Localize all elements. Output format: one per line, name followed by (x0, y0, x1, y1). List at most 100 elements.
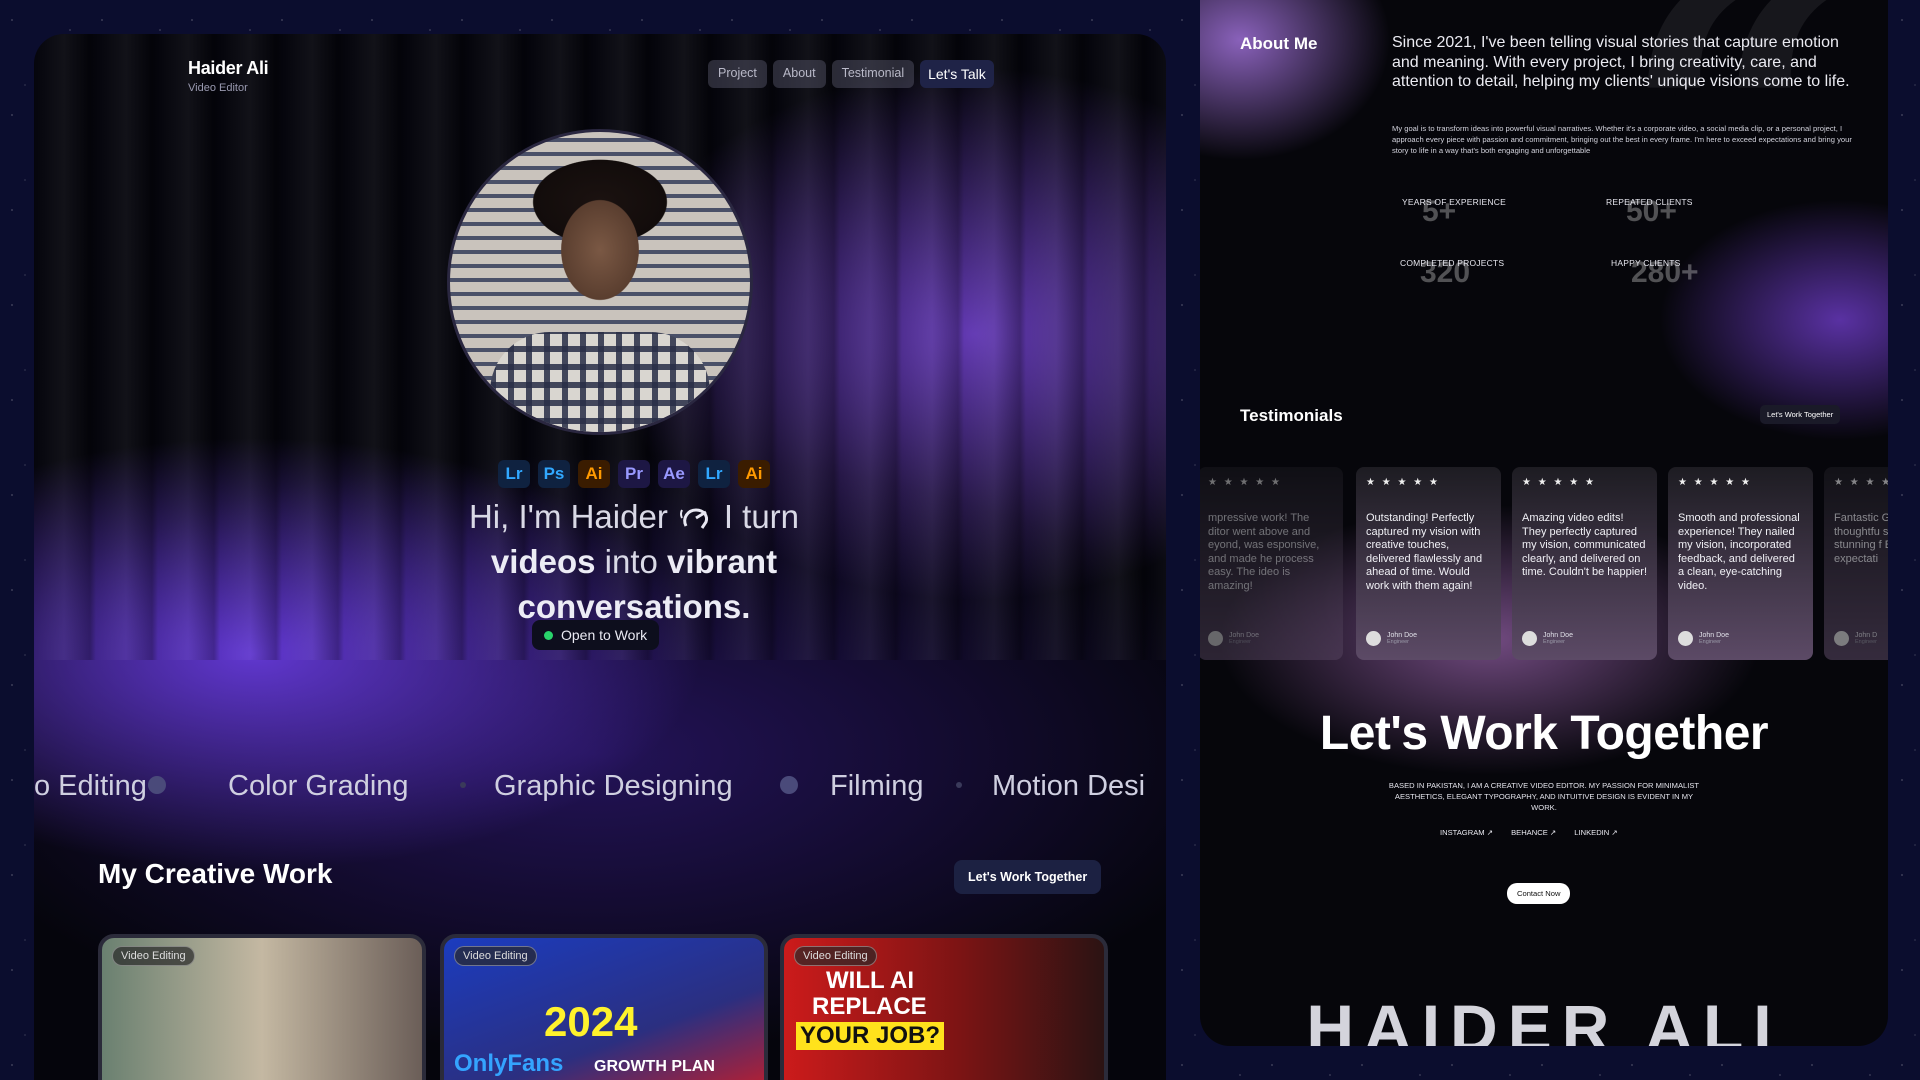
headline-greeting: Hi, I'm Haider (468, 498, 668, 535)
tool-lr-icon: Lr (498, 460, 530, 488)
portfolio-about-panel: “ About Me Since 2021, I've been telling… (1200, 0, 1888, 1046)
linkedin-link[interactable]: LINKEDIN ↗ (1574, 828, 1618, 837)
card-overlay-text: 2024 (544, 998, 638, 1045)
separator-dot-icon (956, 782, 962, 788)
waving-hand-icon (679, 508, 708, 530)
nav-testimonial[interactable]: Testimonial (831, 60, 915, 88)
card-overlay-text: YOUR JOB? (796, 1022, 945, 1050)
skill-item: o Editing (34, 770, 147, 802)
profile-photo (447, 129, 753, 435)
work-card[interactable]: Video Editing WILL AI REPLACE YOUR JOB? (780, 934, 1108, 1080)
card-tag: Video Editing (794, 946, 877, 966)
stat-projects: 320 COMPLETED PROJECTS (1400, 256, 1560, 289)
rating-stars-icon: ★ ★ ★ ★ ★ (1678, 477, 1752, 488)
hero-headline: Hi, I'm Haider I turn videos into vibran… (364, 494, 904, 629)
testimonial-card: ★ ★ ★ ★ ★ Amazing video edits! They perf… (1512, 467, 1657, 660)
testimonial-card: ★ ★ ★ ★ ★ Outstanding! Perfectly capture… (1356, 467, 1501, 660)
work-card[interactable]: Video Editing 2024 OnlyFans GROWTH PLAN (440, 934, 768, 1080)
testimonial-card: ★ ★ ★ ★ ★ Fantastic Great co thoughtfu s… (1824, 467, 1888, 660)
nav-lets-talk[interactable]: Let's Talk (920, 60, 994, 88)
work-section-title: My Creative Work (98, 858, 333, 889)
nav-about[interactable]: About (772, 60, 826, 88)
author-name: John D (1855, 632, 1878, 639)
testimonial-text: Amazing video edits! They perfectly capt… (1522, 512, 1648, 578)
about-lead-text: Since 2021, I've been telling visual sto… (1392, 34, 1850, 90)
author-role: Engineer (1699, 639, 1722, 645)
author-name: John Doe (1229, 632, 1259, 639)
author-name: John Doe (1543, 632, 1573, 639)
stat-label: HAPPY CLIENTS (1611, 258, 1681, 268)
author-name: John Doe (1387, 632, 1417, 639)
headline-i-turn: I turn (723, 498, 800, 535)
card-overlay-text: WILL AI (826, 967, 914, 994)
contact-title: Let's Work Together (1319, 707, 1769, 760)
about-body-text: My goal is to transform ideas into power… (1392, 124, 1852, 155)
instagram-link[interactable]: INSTAGRAM ↗ (1440, 828, 1493, 837)
brand[interactable]: Haider Ali Video Editor (188, 58, 269, 94)
tool-ae-icon: Ae (658, 460, 690, 488)
testimonial-card: ★ ★ ★ ★ ★ Smooth and professional experi… (1668, 467, 1813, 660)
author-role: Engineer (1543, 639, 1566, 645)
testimonial-author: John Doe Engineer (1678, 631, 1729, 646)
headline-into: into (604, 543, 658, 580)
rating-stars-icon: ★ ★ ★ ★ ★ (1834, 477, 1888, 488)
skill-item: Graphic Designing (494, 770, 733, 802)
author-role: Engineer (1229, 639, 1252, 645)
separator-dot-icon (460, 782, 466, 788)
contact-description: BASED IN PAKISTAN, I AM A CREATIVE VIDEO… (1388, 781, 1700, 812)
lets-work-together-small-button[interactable]: Let's Work Together (1760, 405, 1841, 424)
brand-name: Haider Ali (188, 58, 269, 78)
lets-work-together-button[interactable]: Let's Work Together (954, 860, 1102, 894)
testimonial-author: John Doe Engineer (1208, 631, 1259, 646)
tool-icons: Lr Ps Ai Pr Ae Lr Ai (498, 460, 770, 488)
card-overlay-text: GROWTH PLAN (594, 1058, 715, 1075)
skill-item: Color Grading (228, 770, 409, 802)
profile-photo-shirt (490, 332, 710, 432)
status-dot-icon (544, 630, 553, 640)
headline-videos: videos (490, 543, 596, 580)
portfolio-hero-panel: Haider Ali Video Editor Project About Te… (34, 34, 1166, 1080)
about-title: About Me (1240, 34, 1318, 53)
card-overlay-text: OnlyFans (454, 1050, 564, 1077)
work-card[interactable]: Video Editing (98, 934, 426, 1080)
avatar-icon (1522, 631, 1537, 646)
stat-label: YEARS OF EXPERIENCE (1402, 197, 1506, 207)
separator-dot-icon (148, 776, 166, 794)
card-tag: Video Editing (112, 946, 195, 966)
social-links: INSTAGRAM ↗ BEHANCE ↗ LINKEDIN ↗ (1440, 828, 1618, 837)
avatar-icon (1678, 631, 1693, 646)
top-nav: Project About Testimonial Let's Talk (708, 60, 994, 88)
testimonials-title: Testimonials (1240, 406, 1343, 425)
testimonial-author: John Doe Engineer (1522, 631, 1573, 646)
skill-item: Filming (830, 770, 924, 802)
open-to-work-badge[interactable]: Open to Work (532, 620, 660, 650)
footer-name: HAIDER ALI (1306, 991, 1782, 1046)
rating-stars-icon: ★ ★ ★ ★ ★ (1366, 477, 1440, 488)
nav-project[interactable]: Project (708, 60, 767, 88)
behance-link[interactable]: BEHANCE ↗ (1511, 828, 1556, 837)
brand-role: Video Editor (188, 82, 248, 94)
stat-years: 5+ YEARS OF EXPERIENCE (1402, 195, 1562, 228)
headline-vibrant: vibrant (667, 543, 778, 580)
separator-dot-icon (780, 776, 798, 794)
testimonial-text: Fantastic Great co thoughtfu suggestic s… (1834, 512, 1888, 565)
testimonial-text: mpressive work! The ditor went above and… (1208, 512, 1320, 592)
stat-happy-clients: 280+ HAPPY CLIENTS (1611, 256, 1771, 289)
contact-now-button[interactable]: Contact Now (1507, 883, 1571, 904)
stat-label: COMPLETED PROJECTS (1400, 258, 1505, 268)
testimonial-author: John D Engineer (1834, 631, 1877, 646)
rating-stars-icon: ★ ★ ★ ★ ★ (1208, 477, 1282, 488)
author-role: Engineer (1387, 639, 1410, 645)
card-overlay-text: REPLACE (812, 993, 927, 1020)
testimonial-author: John Doe Engineer (1366, 631, 1417, 646)
skill-item: Motion Desi (992, 770, 1146, 802)
stat-repeated-clients: 50+ REPEATED CLIENTS (1606, 195, 1766, 228)
avatar-icon (1366, 631, 1381, 646)
author-role: Engineer (1855, 639, 1878, 645)
testimonial-card: ★ ★ ★ ★ ★ mpressive work! The ditor went… (1200, 467, 1343, 660)
tool-ai-icon: Ai (578, 460, 610, 488)
author-name: John Doe (1699, 632, 1729, 639)
rating-stars-icon: ★ ★ ★ ★ ★ (1522, 477, 1596, 488)
testimonial-text: Outstanding! Perfectly captured my visio… (1366, 512, 1483, 592)
tool-pr-icon: Pr (618, 460, 650, 488)
